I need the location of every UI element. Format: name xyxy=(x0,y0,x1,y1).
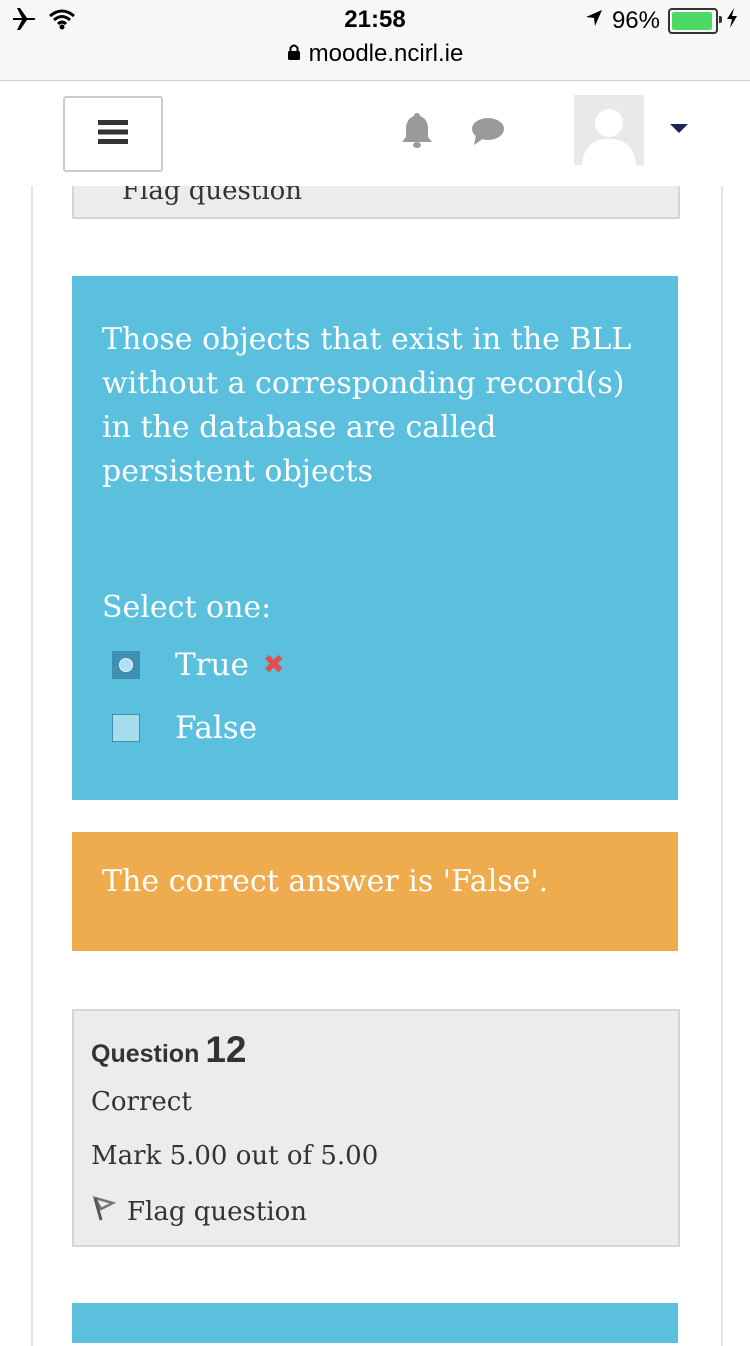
question-text: Those objects that exist in the BLL with… xyxy=(102,322,632,489)
question-grade: Mark 5.00 out of 5.00 xyxy=(91,1141,379,1171)
feedback-text: The correct answer is 'False'. xyxy=(102,864,549,899)
flag-icon xyxy=(91,1194,117,1229)
answer-option-label: False xyxy=(175,710,258,746)
notification-bell-icon[interactable] xyxy=(400,111,434,153)
answer-option-false[interactable]: False xyxy=(112,710,257,746)
question-label: Question xyxy=(91,1040,200,1068)
hamburger-menu-icon xyxy=(98,119,128,149)
status-bar: 21:58 moodle.ncirl.ie 96% xyxy=(0,0,750,81)
question-number: Question 12 xyxy=(91,1029,247,1071)
next-question-text-box xyxy=(72,1303,678,1343)
lock-icon xyxy=(287,40,301,68)
user-menu-caret-icon[interactable] xyxy=(670,124,688,133)
battery-icon xyxy=(668,8,722,34)
messages-icon[interactable] xyxy=(470,117,506,151)
answer-option-true[interactable]: True ✖ xyxy=(112,647,285,683)
status-right: 96% xyxy=(584,6,738,36)
top-navbar xyxy=(0,81,750,186)
answer-option-label: True xyxy=(175,647,249,683)
url-text: moodle.ncirl.ie xyxy=(308,40,464,67)
hamburger-menu-button[interactable] xyxy=(63,96,163,172)
incorrect-mark-icon: ✖ xyxy=(262,650,285,680)
correct-answer-feedback: The correct answer is 'False'. xyxy=(72,832,678,951)
flag-question-link[interactable]: Flag question xyxy=(91,1194,307,1229)
question-text-box: Those objects that exist in the BLL with… xyxy=(72,276,678,800)
radio-false-unselected[interactable] xyxy=(112,714,140,742)
charging-icon xyxy=(726,7,738,36)
question-number-value: 12 xyxy=(205,1029,247,1070)
location-arrow-icon xyxy=(584,7,604,35)
flag-question-label: Flag question xyxy=(127,1196,308,1227)
question-state: Correct xyxy=(91,1087,192,1117)
user-avatar[interactable] xyxy=(574,95,644,165)
address-bar[interactable]: moodle.ncirl.ie xyxy=(0,40,750,68)
answer-prompt: Select one: xyxy=(102,590,272,625)
battery-percent: 96% xyxy=(611,7,660,34)
question-info-box: Question 12 Correct Mark 5.00 out of 5.00… xyxy=(72,1009,680,1247)
radio-true-selected[interactable] xyxy=(112,651,140,679)
